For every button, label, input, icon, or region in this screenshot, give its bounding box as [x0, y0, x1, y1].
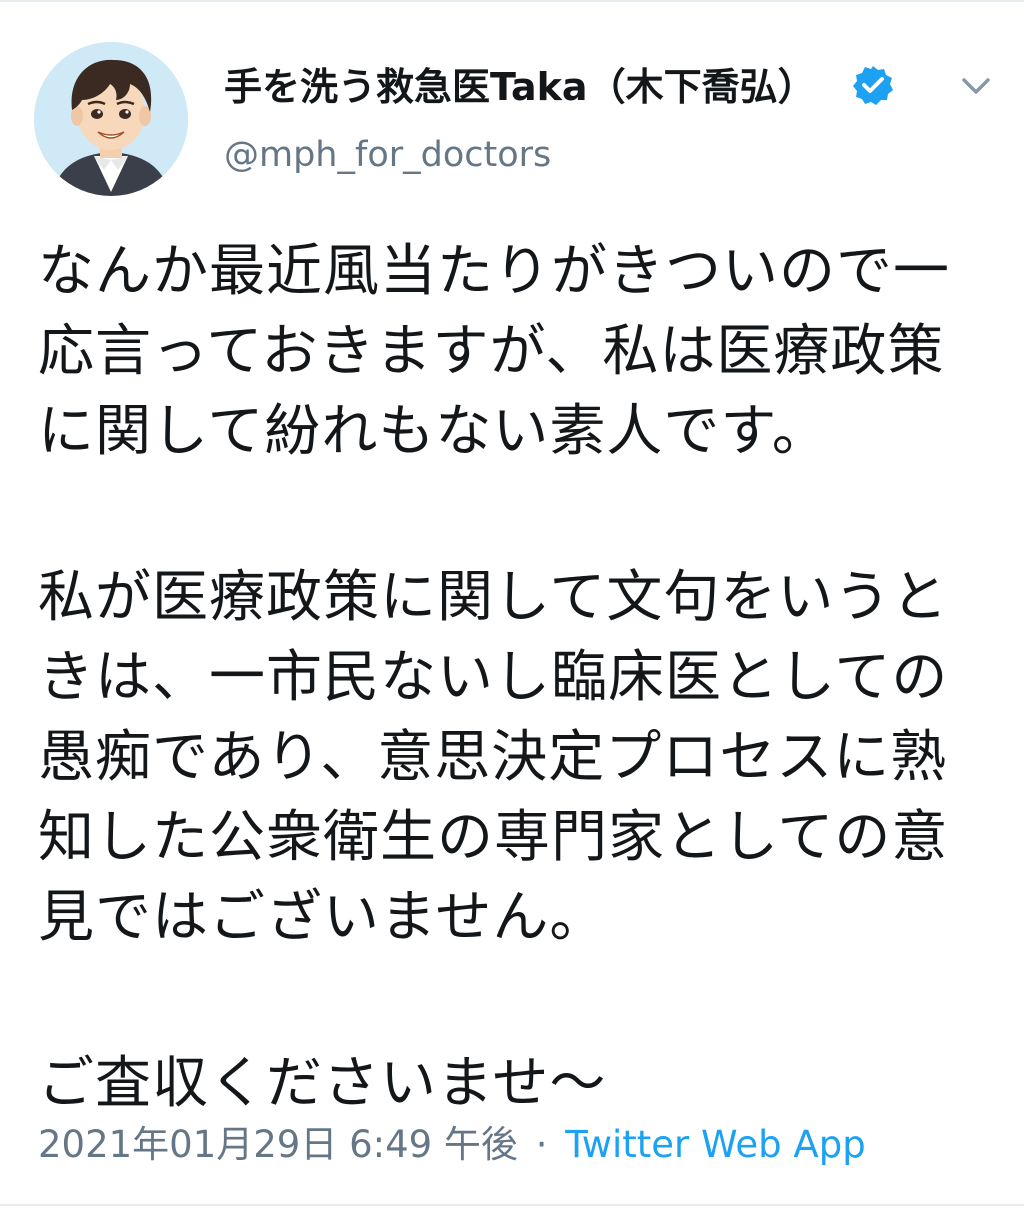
chevron-down-icon[interactable] — [956, 66, 996, 106]
tweet-paragraph: なんか最近風当たりがきついので一 応言っておきますが、私は医療政策 に関して紛れ… — [38, 232, 1008, 472]
tweet-line: 知した公衆衛生の専門家としての意 — [38, 805, 949, 870]
user-handle[interactable]: @mph_for_doctors — [224, 130, 551, 180]
tweet-text: なんか最近風当たりがきついので一 応言っておきますが、私は医療政策 に関して紛れ… — [38, 232, 1008, 1124]
tweet-line: ご査収くださいませ〜 — [38, 1051, 607, 1116]
tweet-line: 私が医療政策に関して文句をいうと — [38, 565, 949, 630]
tweet-line: 愚痴であり、意思決定プロセスに熟 — [38, 725, 948, 790]
avatar[interactable] — [34, 42, 188, 196]
tweet-source-link[interactable]: Twitter Web App — [565, 1123, 865, 1166]
tweet-line: なんか最近風当たりがきついので一 — [38, 239, 950, 304]
avatar-illustration — [34, 42, 188, 196]
tweet-line: に関して紛れもない素人です。 — [38, 399, 829, 464]
tweet-line: 応言っておきますが、私は医療政策 — [38, 319, 945, 384]
tweet-line: 見ではございません。 — [38, 885, 607, 950]
bottom-divider — [0, 1204, 1024, 1206]
tweet-header: 手を洗う救急医Taka（木下喬弘） @mph_for_doctors — [0, 0, 1024, 200]
display-name[interactable]: 手を洗う救急医Taka（木下喬弘） — [224, 62, 816, 112]
verified-badge-icon — [852, 64, 894, 106]
tweet-line: きは、一市民ないし臨床医としての — [38, 645, 949, 710]
meta-separator: · — [535, 1123, 548, 1166]
tweet-meta: 2021年01月29日 6:49 午後 · Twitter Web App — [38, 1118, 866, 1172]
tweet-timestamp[interactable]: 2021年01月29日 6:49 午後 — [38, 1123, 518, 1166]
tweet-paragraph: 私が医療政策に関して文句をいうと きは、一市民ないし臨床医としての 愚痴であり、… — [38, 558, 1008, 958]
tweet-paragraph: ご査収くださいませ〜 — [38, 1044, 1008, 1124]
